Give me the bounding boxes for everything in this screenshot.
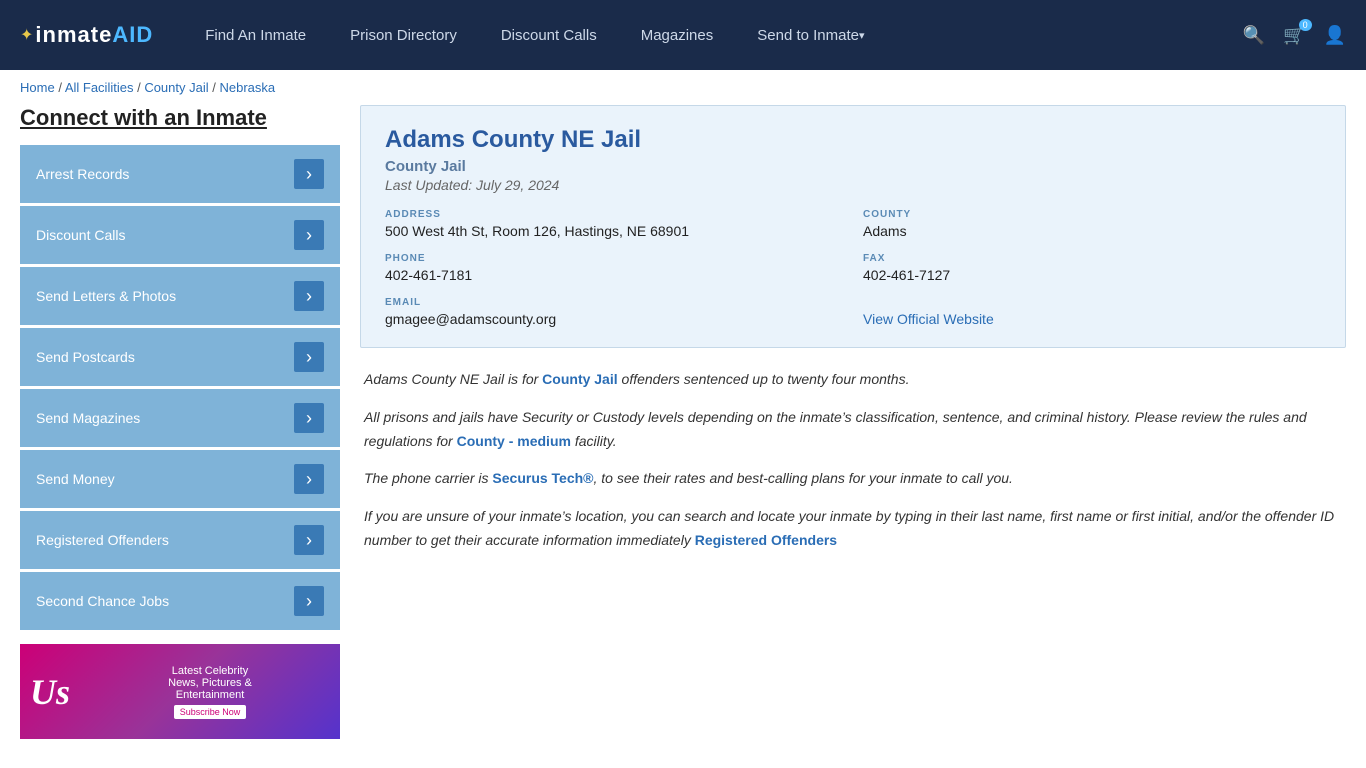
logo-icon: ✦ [20,25,33,45]
ad-line3: Entertainment [85,689,335,701]
nav-find-inmate[interactable]: Find An Inmate [183,0,328,70]
sidebar-send-letters[interactable]: Send Letters & Photos › [20,267,340,325]
ad-line2: News, Pictures & [85,677,335,689]
logo[interactable]: ✦ inmateAID [20,22,153,48]
facility-name: Adams County NE Jail [385,126,1321,154]
sidebar-arrest-records[interactable]: Arrest Records › [20,145,340,203]
breadcrumb-all-facilities[interactable]: All Facilities [65,80,134,95]
desc-para4: If you are unsure of your inmate’s locat… [364,505,1342,553]
cart-icon[interactable]: 🛒 0 [1283,25,1305,46]
sidebar-menu: Arrest Records › Discount Calls › Send L… [20,145,340,630]
cart-badge: 0 [1299,19,1312,31]
county-label: COUNTY [863,209,1321,220]
sidebar-send-money[interactable]: Send Money › [20,450,340,508]
sidebar-arrow-send-magazines: › [294,403,324,433]
sidebar-title: Connect with an Inmate [20,105,340,131]
sidebar-label-send-letters: Send Letters & Photos [36,288,176,304]
phone-value: 402-461-7181 [385,267,843,283]
address-label: ADDRESS [385,209,843,220]
desc-para2: All prisons and jails have Security or C… [364,406,1342,454]
breadcrumb-county-jail[interactable]: County Jail [144,80,208,95]
site-header: ✦ inmateAID Find An Inmate Prison Direct… [0,0,1366,70]
main-content: Adams County NE Jail County Jail Last Up… [360,105,1346,739]
sidebar-arrow-discount-calls: › [294,220,324,250]
main-container: Connect with an Inmate Arrest Records › … [0,105,1366,759]
search-icon[interactable]: 🔍 [1243,25,1265,46]
registered-offenders-link[interactable]: Registered Offenders [695,532,837,548]
sidebar-label-registered-offenders: Registered Offenders [36,532,169,548]
county-value: Adams [863,223,1321,239]
sidebar-label-send-money: Send Money [36,471,115,487]
nav-prison-directory[interactable]: Prison Directory [328,0,479,70]
county-block: COUNTY Adams [863,209,1321,239]
sidebar-label-second-chance-jobs: Second Chance Jobs [36,593,169,609]
website-label-spacer [863,297,1321,308]
sidebar-arrow-registered-offenders: › [294,525,324,555]
facility-type: County Jail [385,158,1321,175]
sidebar-discount-calls[interactable]: Discount Calls › [20,206,340,264]
county-jail-highlight: County Jail [542,371,617,387]
desc-para1: Adams County NE Jail is for County Jail … [364,368,1342,392]
facility-info-grid: ADDRESS 500 West 4th St, Room 126, Hasti… [385,209,1321,327]
advertisement-banner: Us Latest Celebrity News, Pictures & Ent… [20,644,340,739]
sidebar-arrow-send-letters: › [294,281,324,311]
sidebar-arrow-arrest-records: › [294,159,324,189]
sidebar-registered-offenders[interactable]: Registered Offenders › [20,511,340,569]
sidebar-label-send-magazines: Send Magazines [36,410,140,426]
ad-text: Latest Celebrity News, Pictures & Entert… [80,660,340,724]
sidebar-send-magazines[interactable]: Send Magazines › [20,389,340,447]
breadcrumb-home[interactable]: Home [20,80,55,95]
website-block: View Official Website [863,297,1321,327]
main-nav: Find An Inmate Prison Directory Discount… [183,0,1243,70]
sidebar-send-postcards[interactable]: Send Postcards › [20,328,340,386]
facility-last-updated: Last Updated: July 29, 2024 [385,177,1321,193]
county-medium-highlight: County - medium [457,433,571,449]
address-block: ADDRESS 500 West 4th St, Room 126, Hasti… [385,209,843,239]
email-block: EMAIL gmagee@adamscounty.org [385,297,843,327]
sidebar-label-discount-calls: Discount Calls [36,227,125,243]
nav-discount-calls[interactable]: Discount Calls [479,0,619,70]
phone-label: PHONE [385,253,843,264]
description-section: Adams County NE Jail is for County Jail … [360,368,1346,553]
email-label: EMAIL [385,297,843,308]
sidebar-arrow-send-money: › [294,464,324,494]
fax-label: FAX [863,253,1321,264]
sidebar-arrow-second-chance-jobs: › [294,586,324,616]
desc-para3: The phone carrier is Securus Tech®, to s… [364,467,1342,491]
nav-magazines[interactable]: Magazines [619,0,736,70]
fax-value: 402-461-7127 [863,267,1321,283]
breadcrumb: Home / All Facilities / County Jail / Ne… [0,70,1366,105]
user-icon[interactable]: 👤 [1324,25,1346,46]
sidebar-second-chance-jobs[interactable]: Second Chance Jobs › [20,572,340,630]
sidebar-arrow-send-postcards: › [294,342,324,372]
securus-tech-link[interactable]: Securus Tech® [492,470,593,486]
sidebar-label-arrest-records: Arrest Records [36,166,129,182]
logo-text: inmateAID [35,22,153,48]
facility-card: Adams County NE Jail County Jail Last Up… [360,105,1346,348]
address-value: 500 West 4th St, Room 126, Hastings, NE … [385,223,843,239]
fax-block: FAX 402-461-7127 [863,253,1321,283]
ad-subscribe-button[interactable]: Subscribe Now [174,705,247,719]
sidebar-label-send-postcards: Send Postcards [36,349,135,365]
view-official-website-link[interactable]: View Official Website [863,311,994,327]
header-icons: 🔍 🛒 0 👤 [1243,25,1346,46]
ad-logo: Us [20,661,80,723]
phone-block: PHONE 402-461-7181 [385,253,843,283]
nav-send-to-inmate[interactable]: Send to Inmate [735,0,886,70]
breadcrumb-nebraska[interactable]: Nebraska [219,80,275,95]
ad-line1: Latest Celebrity [85,665,335,677]
sidebar: Connect with an Inmate Arrest Records › … [20,105,340,739]
email-value: gmagee@adamscounty.org [385,311,843,327]
